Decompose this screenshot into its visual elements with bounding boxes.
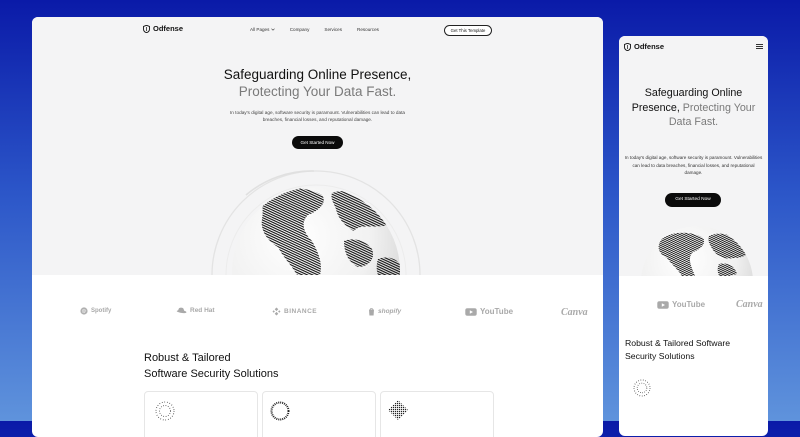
dotted-globe-icon [211,170,421,275]
logo-binance: BINANCE [272,307,317,316]
nav-item-all-pages[interactable]: All Pages [250,27,275,32]
logo-label: YouTube [480,307,514,316]
hero-headline-line-1: Safeguarding Online Presence, [223,67,412,82]
logo-canva: Canva [561,307,588,318]
section-title-line-2: Software Security Solutions [144,367,279,380]
hero-headline-line-1: Safeguarding Online [644,87,743,99]
logo-label: BINANCE [284,308,318,315]
nav-label: All Pages [250,27,270,32]
youtube-icon [657,300,669,309]
shopify-bag-icon [369,308,374,316]
hero-headline-line-2: Presence, [631,101,680,114]
hero-paragraph: In today's digital age, software securit… [624,155,763,175]
logo-spotify: Spotify [80,307,111,315]
nav-item-services[interactable]: Services [324,27,342,32]
youtube-icon [465,307,477,316]
logo-youtube: YouTube [465,307,513,316]
shield-logo-icon [624,42,631,51]
brand-name: Odfense [153,24,184,33]
solutions-section-title: Robust & Tailored Software Security Solu… [625,337,730,362]
logo-redhat: Red Hat [176,307,215,314]
hero-headline-line-2: Protecting Your Data Fast. [238,84,397,99]
logo-label: Spotify [91,308,112,314]
section-title-line-1: Robust & Tailored [144,352,231,364]
logo-shopify: shopify [368,307,401,316]
hero-section: Safeguarding Online Presence, Protecting… [619,56,768,276]
desktop-navbar: Odfense All Pages Company Services Resou… [32,17,603,43]
dotted-circle-icon [155,401,175,421]
mobile-preview: Odfense Safeguarding Online Presence, Pr… [619,36,768,436]
desktop-preview: Odfense All Pages Company Services Resou… [32,17,603,437]
shield-logo-icon [143,24,150,33]
partner-logos-bar: YouTube Canva [619,276,768,331]
dashed-ring-icon [270,401,290,421]
spotify-icon [80,307,88,315]
brand-name: Odfense [634,42,665,51]
get-started-button[interactable]: Get Started Now [665,193,721,207]
redhat-icon [176,307,187,314]
nav-item-resources[interactable]: Resources [357,27,379,32]
logo-label: shopify [378,308,402,315]
solutions-section-title: Robust & Tailored Software Security Solu… [144,351,279,382]
dotted-circle-icon [633,379,651,397]
get-template-button[interactable]: Get This Template [444,25,492,36]
hamburger-menu-icon[interactable] [756,44,763,49]
logo-label: Red Hat [190,307,215,314]
nav-item-company[interactable]: Company [290,27,310,32]
hero-section: Safeguarding Online Presence, Protecting… [32,43,603,275]
dotted-diamond-icon [388,400,408,420]
partner-logos-bar: Spotify Red Hat BINANCE shopify YouTube … [32,275,603,345]
logo-canva: Canva [736,299,763,310]
solution-card[interactable] [262,391,376,437]
logo-label: YouTube [672,300,706,309]
brand-logo[interactable]: Odfense [143,24,183,33]
hero-paragraph: In today's digital age, software securit… [229,110,406,123]
nav-menu: All Pages Company Services Resources [250,27,379,32]
brand-logo[interactable]: Odfense [624,42,664,51]
section-title-line-2: Security Solutions [625,350,695,361]
logo-label: Canva [561,307,588,318]
logo-youtube: YouTube [657,300,705,309]
mobile-navbar: Odfense [619,36,768,56]
solution-card[interactable] [380,391,494,437]
dotted-globe-icon [641,226,753,276]
binance-icon [272,307,281,316]
get-started-button[interactable]: Get Started Now [292,136,343,149]
section-title-line-1: Robust & Tailored Software [625,338,731,348]
hero-headline-line-4: Data Fast. [668,116,719,128]
logo-label: Canva [736,299,763,310]
hero-headline-accent: Protecting Your [682,101,756,114]
chevron-down-icon [270,28,275,31]
hero-headline: Safeguarding Online Presence, Protecting… [619,86,768,130]
solution-card[interactable] [144,391,258,437]
